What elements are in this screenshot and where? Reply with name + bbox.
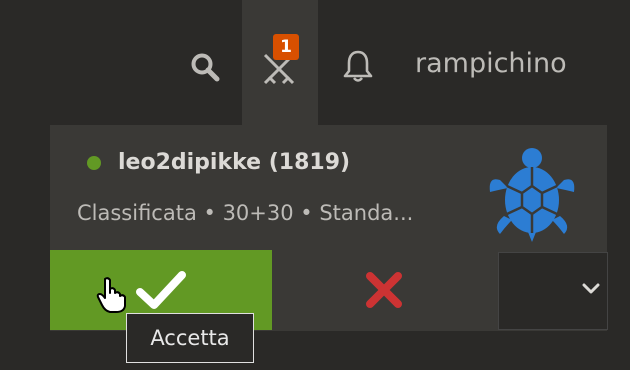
checkmark-icon [136,270,186,310]
search-icon[interactable] [186,48,224,86]
decline-button[interactable] [272,250,496,330]
hand-pointer-cursor-icon [96,276,130,314]
username-menu[interactable]: rampichino [415,42,567,86]
bell-icon[interactable] [339,46,377,86]
game-details: Classificata • 30+30 • Standa... [77,201,414,225]
chevron-down-icon[interactable] [578,276,604,302]
accept-tooltip: Accetta [126,313,254,363]
top-navigation-bar: 1 rampichino [0,0,630,128]
opponent-name[interactable]: leo2dipikke (1819) [118,146,350,180]
turtle-icon [486,146,578,242]
challenge-count-badge: 1 [273,34,299,60]
online-status-indicator [87,156,101,170]
x-icon [364,270,404,310]
